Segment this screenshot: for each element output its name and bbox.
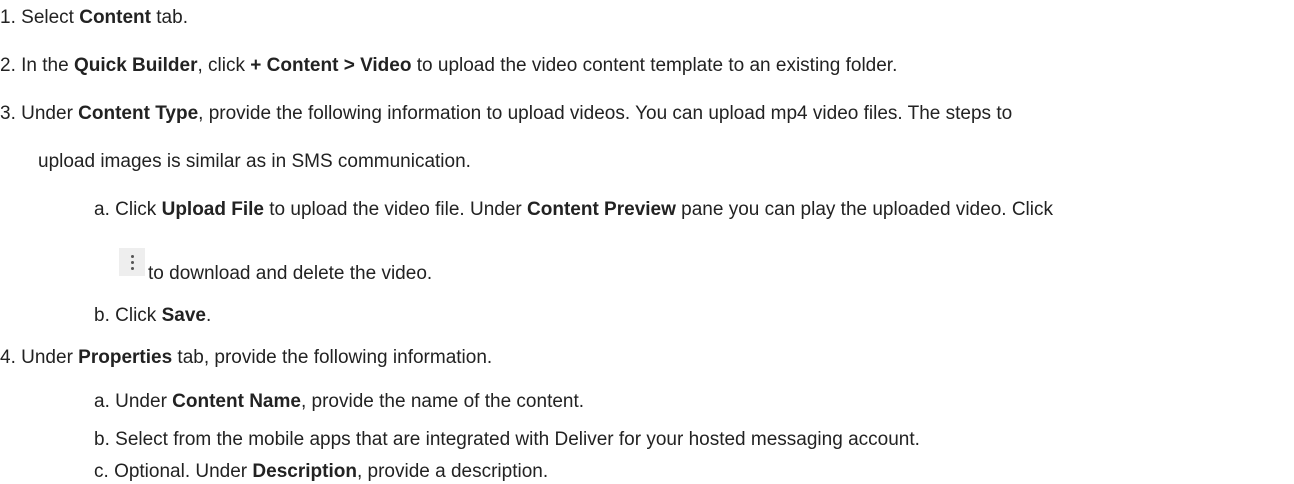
step-text: Select	[21, 7, 80, 28]
step-text: to upload the video content template to …	[411, 55, 898, 76]
step-1: 1. Select Content tab.	[0, 6, 188, 30]
ui-term-upload-file: Upload File	[161, 199, 264, 220]
more-vertical-icon	[119, 248, 145, 276]
ui-term-content-preview: Content Preview	[527, 199, 676, 220]
ui-term-content: Content	[79, 7, 151, 28]
substep-text: Click	[115, 305, 162, 326]
step-number: 1.	[0, 7, 16, 28]
substep-text: pane you can play the uploaded video. Cl…	[675, 199, 1053, 220]
substep-text: Under	[115, 391, 173, 412]
step-4: 4. Under Properties tab, provide the fol…	[0, 346, 492, 370]
substep-4b: b. Select from the mobile apps that are …	[94, 428, 920, 452]
substep-letter: b.	[94, 429, 110, 450]
step-text: , provide the following information to u…	[198, 103, 1013, 124]
step-text: Under	[21, 347, 79, 368]
ui-term-properties: Properties	[78, 347, 173, 368]
ui-term-description: Description	[252, 461, 357, 482]
ui-term-save: Save	[161, 305, 206, 326]
kebab-dot	[130, 254, 134, 258]
step-2: 2. In the Quick Builder, click + Content…	[0, 54, 897, 78]
substep-text: Select from the mobile apps that are int…	[115, 429, 920, 450]
ui-term-quick-builder: Quick Builder	[73, 55, 198, 76]
step-number: 4.	[0, 347, 16, 368]
ui-term-content-video: + Content > Video	[250, 55, 412, 76]
step-number: 3.	[0, 103, 16, 124]
substep-text: , provide the name of the content.	[300, 391, 585, 412]
substep-4c: c. Optional. Under Description, provide …	[94, 460, 548, 484]
step-text: Under	[21, 103, 79, 124]
substep-text: , provide a description.	[356, 461, 549, 482]
substep-4a: a. Under Content Name, provide the name …	[94, 390, 584, 414]
step-3-continuation: upload images is similar as in SMS commu…	[38, 151, 471, 172]
substep-3a: a. Click Upload File to upload the video…	[94, 198, 1053, 222]
ui-term-content-name: Content Name	[172, 391, 301, 412]
substep-letter: a.	[94, 199, 110, 220]
substep-letter: b.	[94, 305, 110, 326]
step-text: In the	[21, 55, 74, 76]
step-3: 3. Under Content Type, provide the follo…	[0, 102, 1012, 126]
substep-text: Click	[115, 199, 162, 220]
kebab-dot	[130, 260, 134, 264]
ui-term-content-type: Content Type	[78, 103, 199, 124]
kebab-dot	[130, 266, 134, 270]
step-number: 2.	[0, 55, 16, 76]
substep-letter: a.	[94, 391, 110, 412]
substep-text: to upload the video file. Under	[264, 199, 528, 220]
substep-text: Optional. Under	[114, 461, 253, 482]
substep-3a-continuation: to download and delete the video.	[148, 263, 433, 284]
substep-text: .	[205, 305, 212, 326]
substep-letter: c.	[94, 461, 109, 482]
step-text: tab.	[151, 7, 188, 28]
step-text: tab, provide the following information.	[172, 347, 493, 368]
substep-3b: b. Click Save.	[94, 304, 211, 328]
step-text: , click	[197, 55, 251, 76]
